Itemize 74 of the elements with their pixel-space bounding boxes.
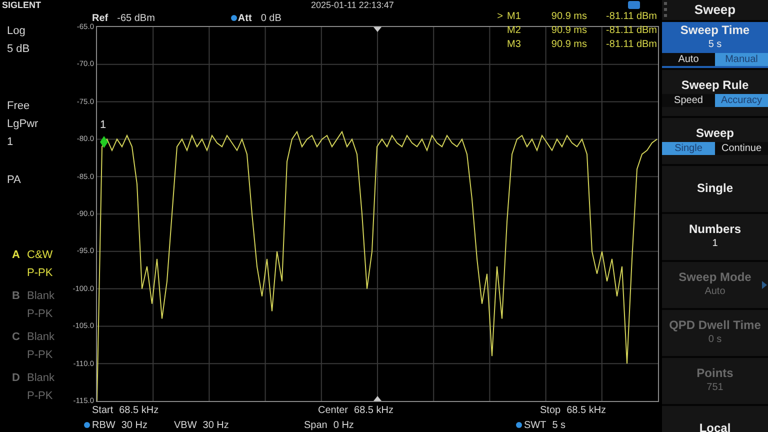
option-toggle[interactable]: Auto [662,53,715,66]
softkey-value: 1 [712,237,718,251]
softkey[interactable]: Sweep Rule Speed Accuracy [662,70,768,116]
param-label: RBW [92,418,116,432]
softkey-label: Sweep Time [680,23,750,38]
param-value: 0 Hz [333,418,354,432]
trace-mode: C&W [27,248,53,263]
param-value: 30 Hz [121,418,148,432]
trace-detector: P-PK [27,349,53,361]
marker-readout: > M1 90.9 ms -81.11 dBm [497,10,657,24]
param-label: SWT [524,418,546,432]
param-value: 68.5 kHz [566,404,606,418]
softkey-value: 5 s [708,38,722,52]
setting-label: Free [7,99,31,114]
trace-letter: C [12,330,20,345]
att-label: Att [238,12,252,26]
marker-readout: M2 90.9 ms -81.11 dBm [506,24,657,38]
option-toggle[interactable]: Speed [662,94,715,107]
softkey[interactable]: Sweep Time 5 s Auto Manual [662,22,768,68]
softkey[interactable]: Sweep Single Continue [662,118,768,164]
softkey[interactable]: Local [662,406,768,432]
param-label: Center [318,404,348,418]
setting-label: 1 [7,135,14,150]
setting-label: Log [7,24,26,39]
trace-letter: D [12,371,20,386]
softkey-label: Sweep [696,126,734,141]
softkey-label: Sweep Mode [678,270,752,285]
param-value: 68.5 kHz [354,404,394,418]
brand-logo: SIGLENT [2,0,42,10]
softkey-label: QPD Dwell Time [669,318,761,333]
trace-detector: P-PK [27,390,53,402]
center-marker-icon [374,396,382,401]
param-value: 5 s [552,418,566,432]
marker-readout: M3 90.9 ms -81.11 dBm [506,38,657,52]
scroll-dots-icon [664,2,667,17]
softkey-label: Sweep Rule [681,78,749,93]
setting-label: LgPwr [7,117,40,132]
param-value: 68.5 kHz [119,404,159,418]
marker-diamond-icon [100,136,108,148]
trace-detector: P-PK [27,308,53,320]
trace-entry[interactable]: C Blank P-PK [7,328,62,364]
param-label: Start [92,404,114,418]
center-marker-icon [374,27,382,32]
softkey-label: Numbers [688,222,741,237]
trace-letter: A [12,248,20,263]
trace-mode: Blank [27,289,55,304]
setting-label: 5 dB [7,42,31,57]
param-label: VBW [174,418,197,432]
trace-entry[interactable]: A C&W P-PK [7,246,62,282]
trace-mode: Blank [27,371,55,386]
softkey-value: 0 s [708,333,722,347]
trace-entry[interactable]: D Blank P-PK [7,369,62,405]
ref-value: -65 dBm [117,12,155,26]
softkey-label: Local [699,421,731,432]
ref-label: Ref [92,12,108,24]
option-toggle[interactable]: Continue [715,142,768,155]
menu-title: Sweep [662,0,768,20]
softkey[interactable]: Single [662,166,768,212]
setting-label: PA [7,173,22,188]
date-time: 2025-01-11 22:13:47 [311,0,394,10]
trace-entry[interactable]: B Blank P-PK [7,287,62,323]
trace-mode: Blank [27,330,55,345]
softkey[interactable]: Numbers 1 [662,214,768,260]
softkey-value: 751 [706,381,724,395]
softkey-label: Single [696,181,733,196]
param-label: Stop [540,404,561,418]
softkey-label: Points [696,366,734,381]
softkey-value: Auto [704,285,726,299]
param-label: Span [304,418,328,432]
trace-detector: P-PK [27,267,53,279]
param-value: 30 Hz [202,418,229,432]
marker-number: 1 [100,119,106,131]
att-value: 0 dB [260,12,282,26]
trace-letter: B [12,289,20,304]
